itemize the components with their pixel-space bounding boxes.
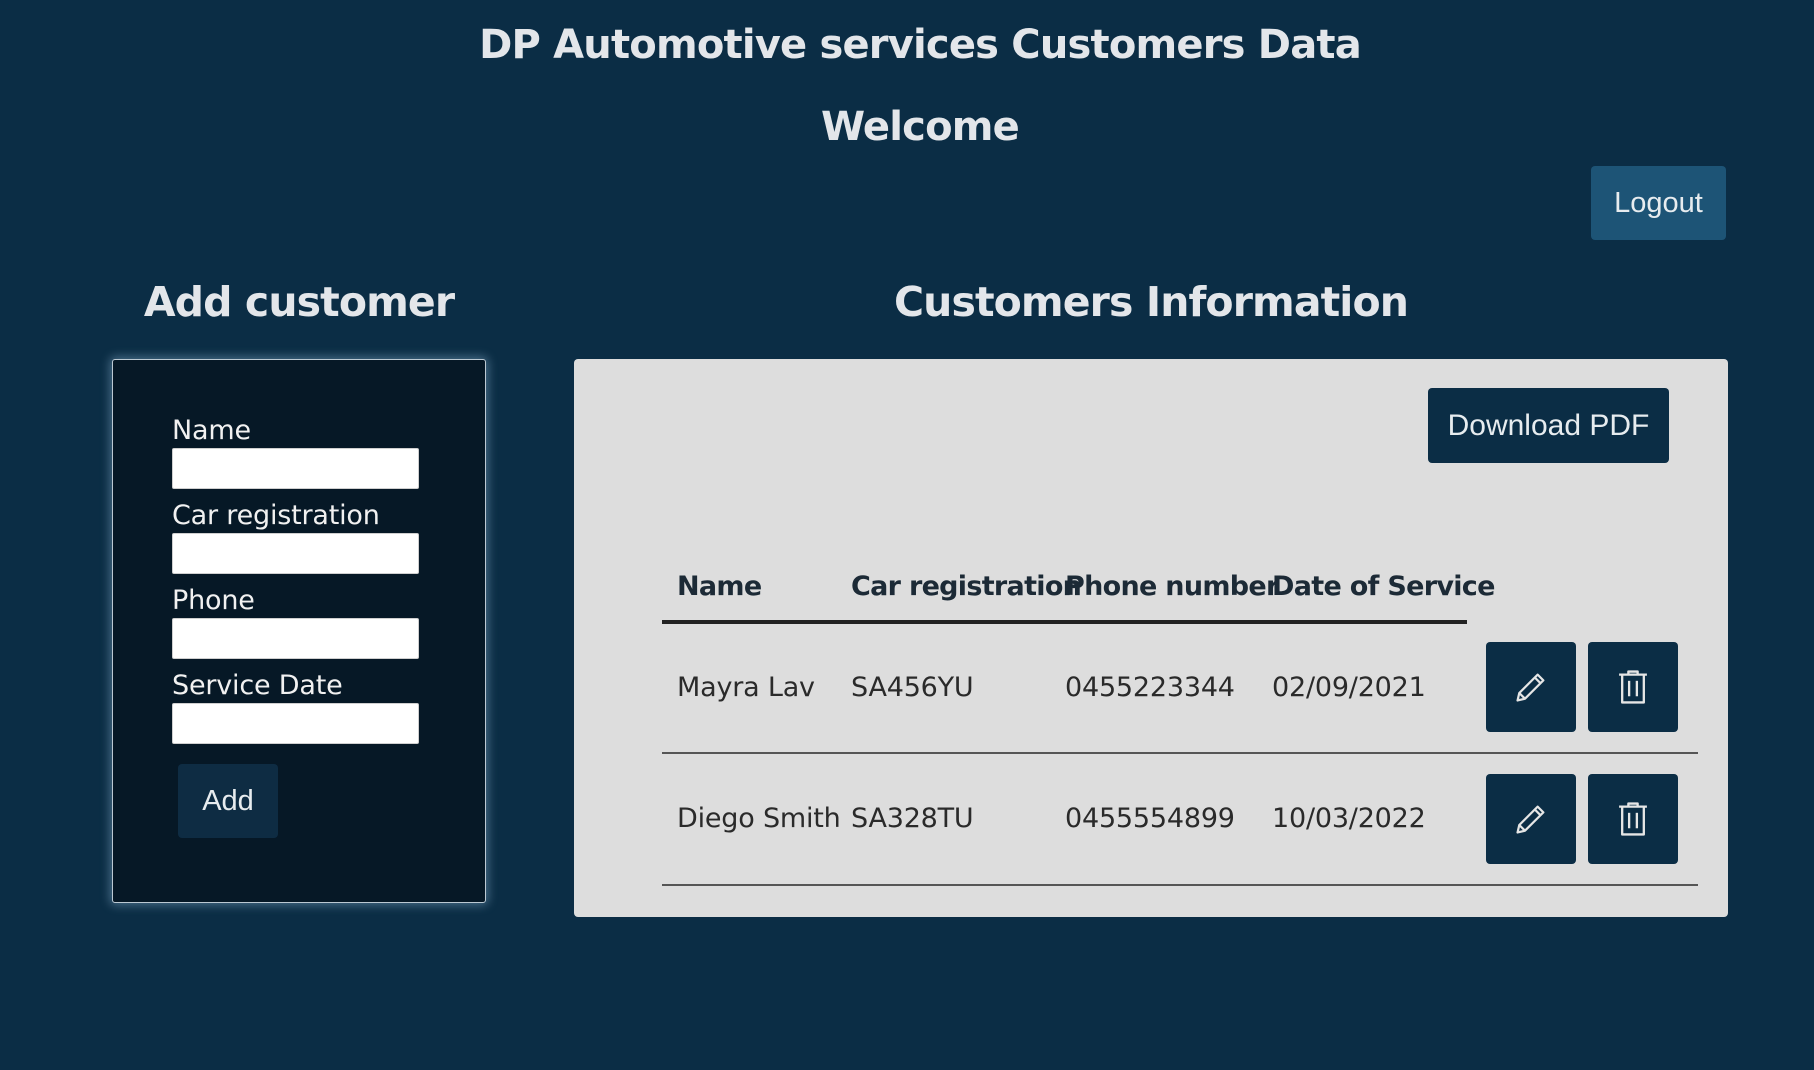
phone-label: Phone <box>172 585 255 616</box>
pencil-icon <box>1516 673 1545 702</box>
edit-button[interactable] <box>1486 642 1576 732</box>
phone-input[interactable] <box>172 618 419 659</box>
logout-button[interactable]: Logout <box>1591 166 1726 240</box>
add-button[interactable]: Add <box>178 764 278 838</box>
column-header-phone-number: Phone number <box>1065 571 1279 602</box>
column-header-date-of-service: Date of Service <box>1272 571 1495 602</box>
cell-phone: 0455554899 <box>1065 803 1235 834</box>
download-pdf-button[interactable]: Download PDF <box>1428 388 1669 463</box>
trash-icon <box>1619 802 1647 836</box>
column-header-car-registration: Car registration <box>851 571 1082 602</box>
cell-date: 02/09/2021 <box>1272 672 1426 703</box>
cell-phone: 0455223344 <box>1065 672 1235 703</box>
car-registration-label: Car registration <box>172 500 380 531</box>
welcome-heading: Welcome <box>821 104 1020 150</box>
row-divider <box>662 752 1698 754</box>
trash-icon <box>1619 670 1647 704</box>
service-date-label: Service Date <box>172 670 343 701</box>
customers-information-heading: Customers Information <box>893 278 1409 326</box>
cell-car-registration: SA328TU <box>851 803 974 834</box>
service-date-input[interactable] <box>172 703 419 744</box>
pencil-icon <box>1516 805 1545 834</box>
delete-button[interactable] <box>1588 774 1678 864</box>
table-header-divider <box>662 620 1467 624</box>
add-customer-form: Name Car registration Phone Service Date… <box>112 359 486 903</box>
edit-button[interactable] <box>1486 774 1576 864</box>
add-customer-heading: Add customer <box>143 278 455 326</box>
delete-button[interactable] <box>1588 642 1678 732</box>
row-divider <box>662 884 1698 886</box>
car-registration-input[interactable] <box>172 533 419 574</box>
cell-name: Diego Smith <box>677 803 841 834</box>
column-header-name: Name <box>677 571 762 602</box>
name-label: Name <box>172 415 251 446</box>
cell-date: 10/03/2022 <box>1272 803 1426 834</box>
page-title: DP Automotive services Customers Data <box>479 22 1362 68</box>
cell-name: Mayra Lav <box>677 672 815 703</box>
name-input[interactable] <box>172 448 419 489</box>
cell-car-registration: SA456YU <box>851 672 974 703</box>
customers-table-panel: Download PDF Name Car registration Phone… <box>574 359 1728 917</box>
